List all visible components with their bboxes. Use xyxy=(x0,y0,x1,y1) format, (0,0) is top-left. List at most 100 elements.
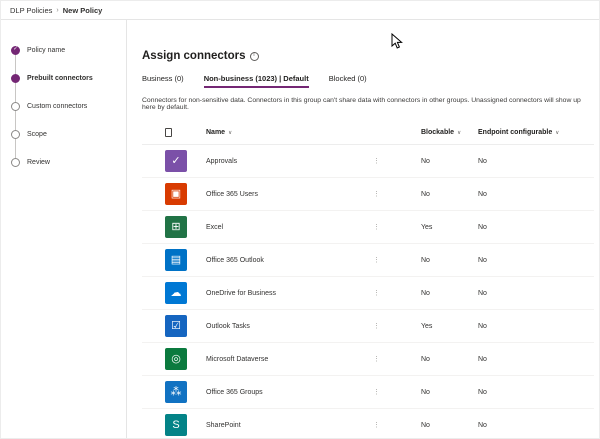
wizard-step-label: Prebuilt connectors xyxy=(27,74,93,82)
tab-non-business-1023-default[interactable]: Non-business (1023) | Default xyxy=(203,74,309,88)
wizard-step-label: Review xyxy=(27,158,50,166)
connector-name: Office 365 Users xyxy=(206,190,259,198)
blockable-value: No xyxy=(421,388,430,396)
wizard-step-review[interactable]: Review xyxy=(1,148,126,176)
breadcrumb-dlp-policies[interactable]: DLP Policies xyxy=(10,6,52,15)
header-name[interactable]: Name ∨ xyxy=(206,129,373,136)
connector-table: Name ∨ Blockable ∨ Endpoint configurable ∨ … xyxy=(142,121,594,438)
blockable-value: Yes xyxy=(421,223,433,231)
office-365-groups-icon: ⁂ xyxy=(165,381,187,403)
connector-name: Office 365 Groups xyxy=(206,388,263,396)
row-overflow-menu-icon[interactable]: ⋮ xyxy=(373,388,421,396)
table-row[interactable]: ☑ Outlook Tasks ⋮ Yes No xyxy=(142,310,594,343)
breadcrumb-new-policy: New Policy xyxy=(62,5,103,15)
step-completed-check-icon: ✓ xyxy=(11,45,20,55)
connector-icon-cell: ◎ xyxy=(142,348,206,370)
microsoft-dataverse-icon: ◎ xyxy=(165,348,187,370)
endpoint-configurable-value: No xyxy=(478,223,487,231)
wizard-step-policy-name[interactable]: ✓ Policy name xyxy=(1,36,126,74)
row-overflow-menu-icon[interactable]: ⋮ xyxy=(373,190,421,198)
mouse-cursor xyxy=(391,33,403,49)
wizard-step-custom-connectors[interactable]: Custom connectors xyxy=(1,92,126,130)
wizard-steps: ✓ Policy name Prebuilt connectors Custom co… xyxy=(1,20,127,438)
connector-icon-cell: ▤ xyxy=(142,249,206,271)
chevron-down-icon: ∨ xyxy=(457,130,462,136)
file-type-column-icon xyxy=(165,128,172,137)
row-overflow-menu-icon[interactable]: ⋮ xyxy=(373,223,421,231)
endpoint-configurable-value: No xyxy=(478,388,487,396)
header-filetype-cell xyxy=(142,128,206,137)
connector-name: Outlook Tasks xyxy=(206,322,250,330)
excel-icon: ⊞ xyxy=(165,216,187,238)
onedrive-for-business-icon: ☁ xyxy=(165,282,187,304)
tabs: Business (0) Non-business (1023) | Defaul… xyxy=(142,74,599,88)
connector-icon-cell: ⊞ xyxy=(142,216,206,238)
row-overflow-menu-icon[interactable]: ⋮ xyxy=(373,157,421,165)
outlook-tasks-icon: ☑ xyxy=(165,315,187,337)
breadcrumb-separator-icon: › xyxy=(56,6,59,14)
endpoint-configurable-value: No xyxy=(478,190,487,198)
endpoint-configurable-value: No xyxy=(478,157,487,165)
wizard-step-prebuilt-connectors[interactable]: Prebuilt connectors xyxy=(1,64,126,102)
table-row[interactable]: ⁂ Office 365 Groups ⋮ No No xyxy=(142,376,594,409)
connector-table-body: ✓ Approvals ⋮ No No ▣ Office 365 Users ⋮ No No ⊞ Ex… xyxy=(142,145,594,438)
endpoint-configurable-value: No xyxy=(478,322,487,330)
office-365-users-icon: ▣ xyxy=(165,183,187,205)
row-overflow-menu-icon[interactable]: ⋮ xyxy=(373,322,421,330)
connector-icon-cell: ☑ xyxy=(142,315,206,337)
wizard-step-scope[interactable]: Scope xyxy=(1,120,126,158)
header-endpoint-configurable[interactable]: Endpoint configurable ∨ xyxy=(478,129,594,136)
wizard-step-label: Custom connectors xyxy=(27,102,88,110)
office-365-outlook-icon: ▤ xyxy=(165,249,187,271)
row-overflow-menu-icon[interactable]: ⋮ xyxy=(373,421,421,429)
table-row[interactable]: ◎ Microsoft Dataverse ⋮ No No xyxy=(142,343,594,376)
info-icon[interactable]: i xyxy=(249,51,259,61)
wizard-step-label: Scope xyxy=(27,130,47,138)
row-overflow-menu-icon[interactable]: ⋮ xyxy=(373,256,421,264)
blockable-value: No xyxy=(421,355,430,363)
table-row[interactable]: ▤ Office 365 Outlook ⋮ No No xyxy=(142,244,594,277)
endpoint-configurable-value: No xyxy=(478,256,487,264)
tab-blocked-0[interactable]: Blocked (0) xyxy=(329,74,367,88)
connector-name: SharePoint xyxy=(206,421,241,429)
table-row[interactable]: ✓ Approvals ⋮ No No xyxy=(142,145,594,178)
connector-name: Approvals xyxy=(206,157,238,165)
chevron-down-icon: ∨ xyxy=(555,130,560,136)
breadcrumb: DLP Policies › New Policy xyxy=(1,1,599,20)
endpoint-configurable-value: No xyxy=(478,355,487,363)
connector-icon-cell: ⁂ xyxy=(142,381,206,403)
endpoint-configurable-value: No xyxy=(478,421,487,429)
header-blockable[interactable]: Blockable ∨ xyxy=(421,129,478,136)
sharepoint-icon: S xyxy=(165,414,187,436)
table-row[interactable]: S SharePoint ⋮ No No xyxy=(142,409,594,438)
row-overflow-menu-icon[interactable]: ⋮ xyxy=(373,289,421,297)
title-row: Assign connectors i xyxy=(142,50,599,62)
blockable-value: No xyxy=(421,421,430,429)
table-header: Name ∨ Blockable ∨ Endpoint configurable ∨ xyxy=(142,121,594,145)
page-title: Assign connectors xyxy=(142,50,246,62)
step-circle-icon xyxy=(11,157,20,167)
connector-icon-cell: ▣ xyxy=(142,183,206,205)
blockable-value: No xyxy=(421,256,430,264)
blockable-value: Yes xyxy=(421,322,433,330)
connector-name: Office 365 Outlook xyxy=(206,256,264,264)
table-row[interactable]: ▣ Office 365 Users ⋮ No No xyxy=(142,178,594,211)
group-description: Connectors for non-sensitive data. Conne… xyxy=(142,97,581,111)
tab-business-0[interactable]: Business (0) xyxy=(142,74,184,88)
wizard-step-label: Policy name xyxy=(27,46,66,54)
table-row[interactable]: ⊞ Excel ⋮ Yes No xyxy=(142,211,594,244)
endpoint-configurable-value: No xyxy=(478,289,487,297)
connector-name: Microsoft Dataverse xyxy=(206,355,269,363)
blockable-value: No xyxy=(421,190,430,198)
connector-icon-cell: ✓ xyxy=(142,150,206,172)
content-area: ✓ Policy name Prebuilt connectors Custom co… xyxy=(1,20,599,438)
row-overflow-menu-icon[interactable]: ⋮ xyxy=(373,355,421,363)
main-panel: Assign connectors i Business (0) Non-busi… xyxy=(127,20,599,438)
connector-icon-cell: S xyxy=(142,414,206,436)
table-row[interactable]: ☁ OneDrive for Business ⋮ No No xyxy=(142,277,594,310)
step-circle-icon xyxy=(11,129,20,139)
step-current-icon xyxy=(11,73,20,83)
approvals-icon: ✓ xyxy=(165,150,187,172)
blockable-value: No xyxy=(421,157,430,165)
connector-name: Excel xyxy=(206,223,224,231)
